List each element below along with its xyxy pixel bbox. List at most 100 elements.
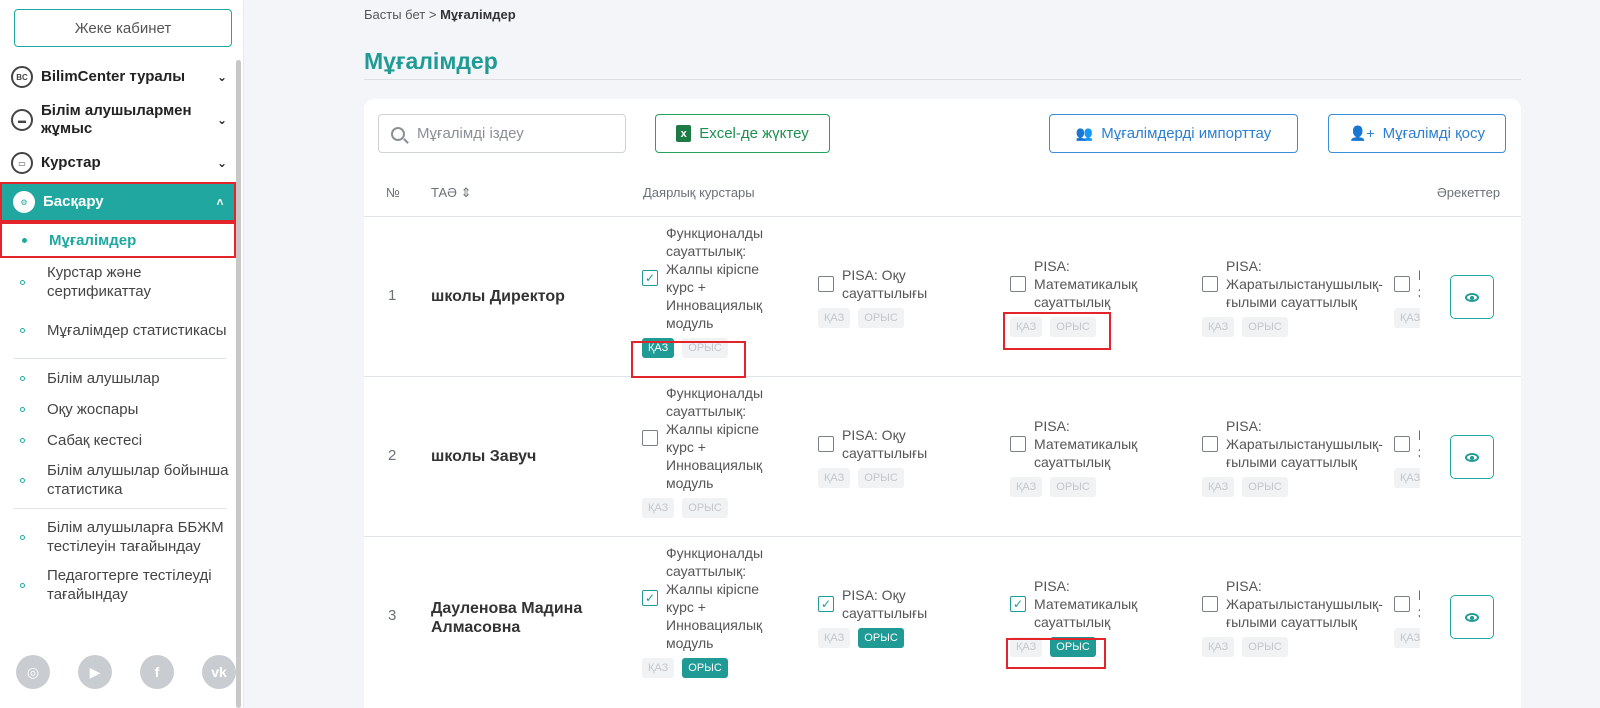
lang-kz-tag[interactable]: ҚАЗ	[1010, 317, 1043, 337]
header-num: №	[386, 185, 400, 200]
course-item: PISA: З	[1394, 266, 1420, 302]
sidebar-sub-teachers-statistics[interactable]: Мұғалімдер статистикасы	[0, 306, 236, 354]
breadcrumb-home[interactable]: Басты бет	[364, 7, 425, 22]
lang-ru-tag[interactable]: ОРЫС	[1242, 317, 1288, 337]
sidebar-item-label: Білім алушылармен жұмыс	[41, 102, 192, 137]
row-number: 3	[388, 607, 397, 624]
excel-download-button[interactable]: x Excel-де жүктеу	[655, 114, 830, 153]
lang-ru-tag[interactable]: ОРЫС	[1050, 477, 1096, 497]
sidebar-item-students-work[interactable]: ▬ Білім алушылармен жұмыс ⌄	[0, 94, 236, 146]
sidebar-sub-assign-student-test[interactable]: Білім алушыларға ББЖМ тестілеуін тағайын…	[0, 513, 236, 561]
lang-ru-tag[interactable]: ОРЫС	[682, 498, 728, 518]
breadcrumb: Басты бет > Мұғалімдер	[364, 7, 516, 22]
course-checkbox[interactable]	[1394, 276, 1410, 292]
lang-ru-tag[interactable]: ОРЫС	[858, 308, 904, 328]
lang-kz-tag[interactable]: ҚАЗ	[1394, 468, 1420, 488]
language-tags: ҚАЗ ОРЫС	[818, 468, 904, 488]
course-title: PISA: З	[1418, 586, 1420, 622]
course-cell: PISA: Жаратылыстанушылық- ғылыми сауатты…	[1202, 417, 1392, 501]
vk-icon[interactable]: vk	[202, 655, 236, 689]
lang-kz-tag[interactable]: ҚАЗ	[1394, 628, 1420, 648]
view-button[interactable]	[1450, 435, 1494, 479]
excel-icon: x	[676, 125, 692, 142]
lang-kz-tag[interactable]: ҚАЗ	[818, 308, 851, 328]
view-button[interactable]	[1450, 275, 1494, 319]
course-checkbox[interactable]: ✓	[642, 590, 658, 606]
bullet-icon	[20, 534, 25, 540]
sidebar-sub-students-statistics[interactable]: Білім алушылар бойынша статистика	[0, 456, 236, 504]
course-title: PISA: Оқу сауаттылығы	[842, 267, 928, 301]
lang-kz-tag[interactable]: ҚАЗ	[818, 628, 851, 648]
lang-ru-tag[interactable]: ОРЫС	[1242, 477, 1288, 497]
lang-ru-tag[interactable]: ОРЫС	[1242, 637, 1288, 657]
course-cell: PISA: Оқу сауаттылығы ҚАЗ ОРЫС	[818, 426, 1008, 492]
lang-ru-tag[interactable]: ОРЫС	[682, 658, 728, 678]
sidebar-item-management[interactable]: ⚙ Басқару ˄	[0, 182, 236, 222]
language-tags: ҚАЗОРЫС	[1394, 468, 1420, 488]
sidebar-sub-label: Білім алушылар	[47, 370, 160, 387]
lang-kz-tag[interactable]: ҚАЗ	[1202, 477, 1235, 497]
sidebar-scrollbar[interactable]	[236, 60, 241, 708]
sidebar-sub-students[interactable]: Білім алушылар	[0, 363, 236, 394]
lang-kz-tag[interactable]: ҚАЗ	[642, 658, 675, 678]
course-item: PISA: Жаратылыстанушылық- ғылыми сауатты…	[1202, 577, 1383, 631]
lang-kz-tag[interactable]: ҚАЗ	[1010, 637, 1043, 657]
lang-ru-tag[interactable]: ОРЫС	[858, 468, 904, 488]
course-checkbox[interactable]	[642, 430, 658, 446]
search-input[interactable]: Мұғалімді іздеу	[378, 114, 626, 153]
youtube-icon[interactable]: ▶	[78, 655, 112, 689]
lang-ru-tag[interactable]: ОРЫС	[682, 338, 728, 358]
course-title: PISA: Математикалық сауаттылық	[1034, 418, 1138, 470]
course-item: PISA: Оқу сауаттылығы	[818, 266, 927, 302]
course-checkbox[interactable]	[818, 276, 834, 292]
course-checkbox[interactable]: ✓	[1010, 596, 1026, 612]
sidebar-sub-assign-teacher-test[interactable]: Педагогтерге тестілеуді тағайындау	[0, 561, 236, 609]
course-checkbox[interactable]: ✓	[818, 596, 834, 612]
course-checkbox[interactable]	[1202, 276, 1218, 292]
course-title: PISA: З	[1418, 426, 1420, 462]
header-name[interactable]: ТАӘ ⇕	[431, 185, 472, 201]
view-button[interactable]	[1450, 595, 1494, 639]
personal-cabinet-button[interactable]: Жеке кабинет	[14, 9, 232, 47]
sidebar-sub-teachers[interactable]: Мұғалімдер	[0, 222, 236, 258]
lang-ru-tag[interactable]: ОРЫС	[858, 628, 904, 648]
lang-kz-tag[interactable]: ҚАЗ	[1394, 308, 1420, 328]
course-checkbox[interactable]: ✓	[642, 270, 658, 286]
lang-kz-tag[interactable]: ҚАЗ	[642, 338, 675, 358]
instagram-icon[interactable]: ◎	[16, 655, 50, 689]
sidebar-sub-label: Педагогтерге тестілеуді тағайындау	[47, 567, 212, 603]
facebook-icon[interactable]: f	[140, 655, 174, 689]
course-checkbox[interactable]	[1394, 436, 1410, 452]
sidebar-item-courses[interactable]: ▭ Курстар ⌄	[0, 146, 236, 180]
language-tags: ҚАЗ ОРЫС	[1010, 477, 1096, 497]
briefcase-icon: ▬	[11, 109, 33, 131]
course-checkbox[interactable]	[1202, 596, 1218, 612]
bullet-icon	[20, 279, 25, 285]
course-item: ✓ PISA: Математикалық сауаттылық	[1010, 577, 1137, 631]
sidebar-item-about[interactable]: BC BilimCenter туралы ⌄	[0, 60, 236, 94]
course-checkbox[interactable]	[1202, 436, 1218, 452]
sidebar-sub-schedule[interactable]: Сабақ кестесі	[0, 425, 236, 456]
import-teachers-button[interactable]: 👥 Мұғалімдерді импорттау	[1049, 114, 1298, 153]
lang-kz-tag[interactable]: ҚАЗ	[1202, 637, 1235, 657]
course-checkbox[interactable]	[1010, 276, 1026, 292]
teachers-card: Мұғалімді іздеу x Excel-де жүктеу 👥 Мұға…	[364, 99, 1521, 708]
lang-kz-tag[interactable]: ҚАЗ	[642, 498, 675, 518]
course-checkbox[interactable]	[1394, 596, 1410, 612]
sidebar-sub-courses-certification[interactable]: Курстар және сертификаттау	[0, 258, 236, 306]
lang-ru-tag[interactable]: ОРЫС	[1050, 637, 1096, 657]
lang-kz-tag[interactable]: ҚАЗ	[818, 468, 851, 488]
sidebar-sub-curriculum[interactable]: Оқу жоспары	[0, 394, 236, 425]
row-number: 2	[388, 447, 397, 464]
course-checkbox[interactable]	[1010, 436, 1026, 452]
sidebar-sub-label: Мұғалімдер	[49, 231, 137, 249]
bullet-icon	[20, 477, 25, 483]
add-teacher-button[interactable]: 👤+ Мұғалімді қосу	[1328, 114, 1506, 153]
lang-kz-tag[interactable]: ҚАЗ	[1202, 317, 1235, 337]
lang-kz-tag[interactable]: ҚАЗ	[1010, 477, 1043, 497]
sidebar-sub-label: Білім алушыларға ББЖМ тестілеуін тағайын…	[47, 519, 224, 555]
header-courses: Даярлық курстары	[643, 185, 755, 200]
course-checkbox[interactable]	[818, 436, 834, 452]
course-cell: ✓ Функционалды сауаттылық: Жалпы кіріспе …	[642, 224, 832, 362]
lang-ru-tag[interactable]: ОРЫС	[1050, 317, 1096, 337]
